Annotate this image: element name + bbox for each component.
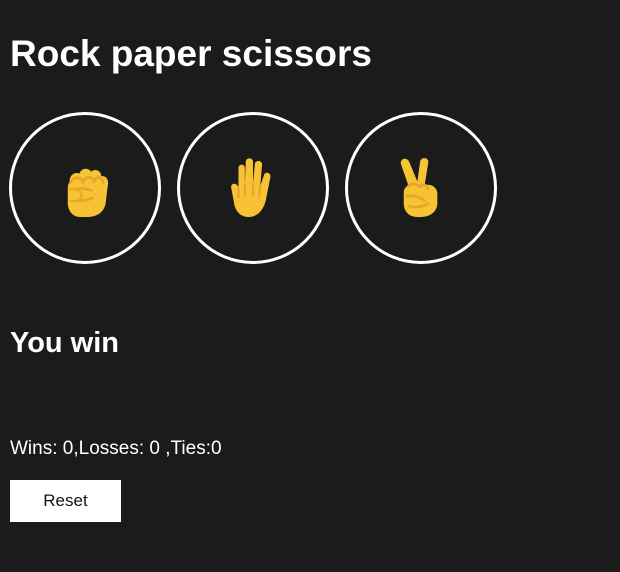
reset-button[interactable]: Reset (10, 480, 121, 522)
rock-paper-scissors-page: Rock paper scissors You win Wins: 0,Loss… (0, 0, 620, 572)
paper-button[interactable] (177, 112, 329, 264)
raised-fist-icon (67, 168, 109, 217)
page-title: Rock paper scissors (10, 33, 372, 74)
score-summary: Wins: 0,Losses: 0 ,Ties:0 (10, 438, 222, 459)
raised-hand-icon (231, 158, 271, 217)
scissors-button[interactable] (345, 112, 497, 264)
choice-buttons (9, 112, 497, 264)
result-message: You win (10, 327, 120, 359)
victory-hand-icon (400, 158, 438, 217)
rock-button[interactable] (9, 112, 161, 264)
